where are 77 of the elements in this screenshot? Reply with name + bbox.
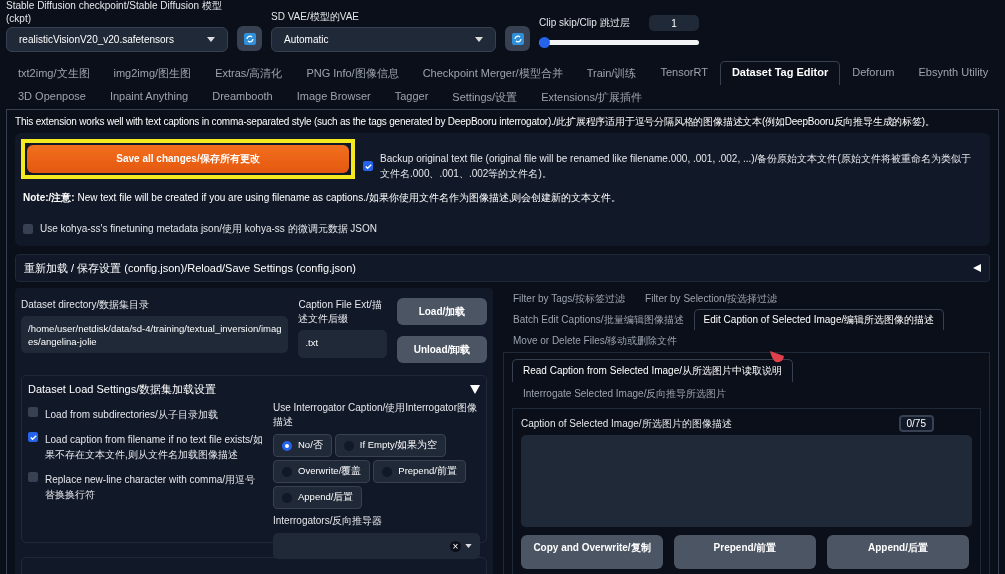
field-label: Caption File Ext/描述文件后缀 <box>298 298 383 326</box>
tab[interactable]: Inpaint Anything <box>97 85 201 109</box>
tab[interactable]: Dataset Tag Editor <box>719 61 841 85</box>
slider[interactable] <box>539 37 699 48</box>
checkbox-label: Replace new-line character with comma/用逗号替换换行符 <box>45 473 257 502</box>
tab[interactable]: Ebsynth Utility <box>906 61 1001 85</box>
note-text: Note:/注意: New text file will be created if you are using filename as captions./如果你使用文件名作为图像描述,则会创建新的文本文件。 <box>23 191 623 205</box>
field-label: Clip skip/Clip 跳过层 <box>539 16 630 30</box>
tab[interactable]: Interrogate Selected Image/反向推导所选图片 <box>512 382 738 405</box>
tab[interactable]: Tagger <box>382 85 441 109</box>
section-title: Dataset Load Settings/数据集加载设置 <box>28 382 217 397</box>
caret-icon <box>475 37 483 42</box>
token-counter: 0/75 <box>898 415 934 432</box>
tab[interactable]: Checkpoint Merger/模型合并 <box>410 61 575 85</box>
radio-option[interactable]: Overwrite/覆盖 <box>273 460 371 483</box>
tab[interactable]: Edit Caption of Selected Image/编辑所选图像的描述 <box>693 309 945 330</box>
tab[interactable]: txt2img/文生图 <box>6 61 102 85</box>
clear-button[interactable]: × <box>450 540 461 552</box>
checkbox-label: Backup original text file (original file will be renamed like filename.000, .001, .002, ...)/备份原始文本文件(原始文件将被重命名为类似于文件名.000、.001、.002等的文件名)。 <box>380 152 972 181</box>
interrogators-dropdown[interactable]: × <box>273 533 480 559</box>
checkbox-label: Load caption from filename if no text file exists/如果不存在文本文件,则从文件名加载图像描述 <box>45 433 263 462</box>
tab[interactable]: Extras/高清化 <box>203 61 295 85</box>
number-field[interactable]: 1 <box>649 15 699 31</box>
checkbox-label: Use kohya-ss's finetuning metadata json/使用 kohya-ss 的微调元数据 JSON <box>40 222 378 236</box>
refresh-icon <box>511 32 524 45</box>
directory-field[interactable]: /home/user/netdisk/data/sd-4/training/textual_inversion/images/angelina-jolie <box>21 316 289 353</box>
refresh-button[interactable] <box>505 26 530 51</box>
collapse-arrow-icon <box>973 264 981 272</box>
action-button[interactable]: Prepend/前置 <box>674 535 816 569</box>
notice-text: This extension works well with text captions in comma-separated style (such as the tags generated by DeepBooru interrogator)./此扩展程序适用于逗号分隔风格的图像描述文本(例如DeepBooru反向推导生成的标签)。 <box>15 115 936 129</box>
checkbox[interactable] <box>28 472 38 482</box>
tab[interactable]: Move or Delete Files/移动或删除文件 <box>503 330 688 351</box>
radio-option[interactable]: If Empty/如果为空 <box>334 434 447 457</box>
extension-field[interactable]: .txt <box>298 330 387 358</box>
field-label: Interrogators/反向推导器 <box>273 514 384 528</box>
load-button[interactable]: Load/加载 <box>397 298 487 325</box>
checkpoint-dropdown[interactable]: realisticVisionV20_v20.safetensors <box>6 27 228 52</box>
tab[interactable]: Filter by Tags/按标签过滤 <box>503 288 636 309</box>
tab[interactable]: Filter by Selection/按选择过滤 <box>635 288 788 309</box>
field-label: Stable Diffusion checkpoint/Stable Diffusion 模型(ckpt) <box>6 0 223 24</box>
tab[interactable]: img2img/图生图 <box>101 61 204 85</box>
action-button[interactable]: Copy and Overwrite/复制 <box>521 535 663 569</box>
caption-field[interactable] <box>521 435 972 527</box>
expand-arrow-icon[interactable] <box>470 385 480 394</box>
cursor-icon <box>769 350 785 364</box>
caret-icon <box>465 544 472 548</box>
radio-option[interactable]: No/否 <box>273 434 332 457</box>
field-label: Dataset directory/数据集目录 <box>21 298 151 312</box>
tab[interactable]: Read Caption from Selected Image/从所选图片中读取说明 <box>512 359 793 382</box>
refresh-button[interactable] <box>237 26 262 51</box>
refresh-icon <box>243 32 256 45</box>
reload-settings-accordion[interactable]: 重新加载 / 保存设置 (config.json)/Reload/Save Settings (config.json) <box>15 254 990 282</box>
tab[interactable]: Deforum <box>840 61 907 85</box>
field-label: Caption of Selected Image/所选图片的图像描述 <box>521 416 732 431</box>
checkbox[interactable] <box>28 407 38 417</box>
tab[interactable]: PNG Info/图像信息 <box>294 61 411 85</box>
vae-dropdown[interactable]: Automatic <box>271 27 496 52</box>
tab[interactable]: 3D Openpose <box>6 85 98 109</box>
field-label: Use Interrogator Caption/使用Interrogator图像描述 <box>273 401 478 429</box>
tab[interactable]: TensorRT <box>648 61 720 85</box>
radio-option[interactable]: Prepend/前置 <box>373 460 466 483</box>
tab[interactable]: Train/训练 <box>574 61 649 85</box>
tab[interactable]: Extensions/扩展插件 <box>529 85 655 109</box>
field-label: SD VAE/模型的VAE <box>271 10 360 24</box>
tab[interactable]: Settings/设置 <box>440 85 530 109</box>
radio-option[interactable]: Append/后置 <box>273 486 363 509</box>
tab[interactable]: Dreambooth <box>200 85 285 109</box>
checkbox[interactable] <box>363 161 373 171</box>
tab[interactable]: Batch Edit Captions/批量编辑图像描述 <box>503 309 694 330</box>
checkbox[interactable] <box>23 223 33 234</box>
action-button[interactable]: Append/后置 <box>827 535 969 569</box>
unload-button[interactable]: Unload/卸载 <box>397 336 487 363</box>
tab[interactable]: Image Browser <box>284 85 383 109</box>
slider-thumb[interactable] <box>539 37 550 48</box>
checkbox[interactable] <box>28 432 38 442</box>
caret-icon <box>207 37 215 42</box>
checkbox-label: Load from subdirectories/从子目录加载 <box>45 408 218 422</box>
